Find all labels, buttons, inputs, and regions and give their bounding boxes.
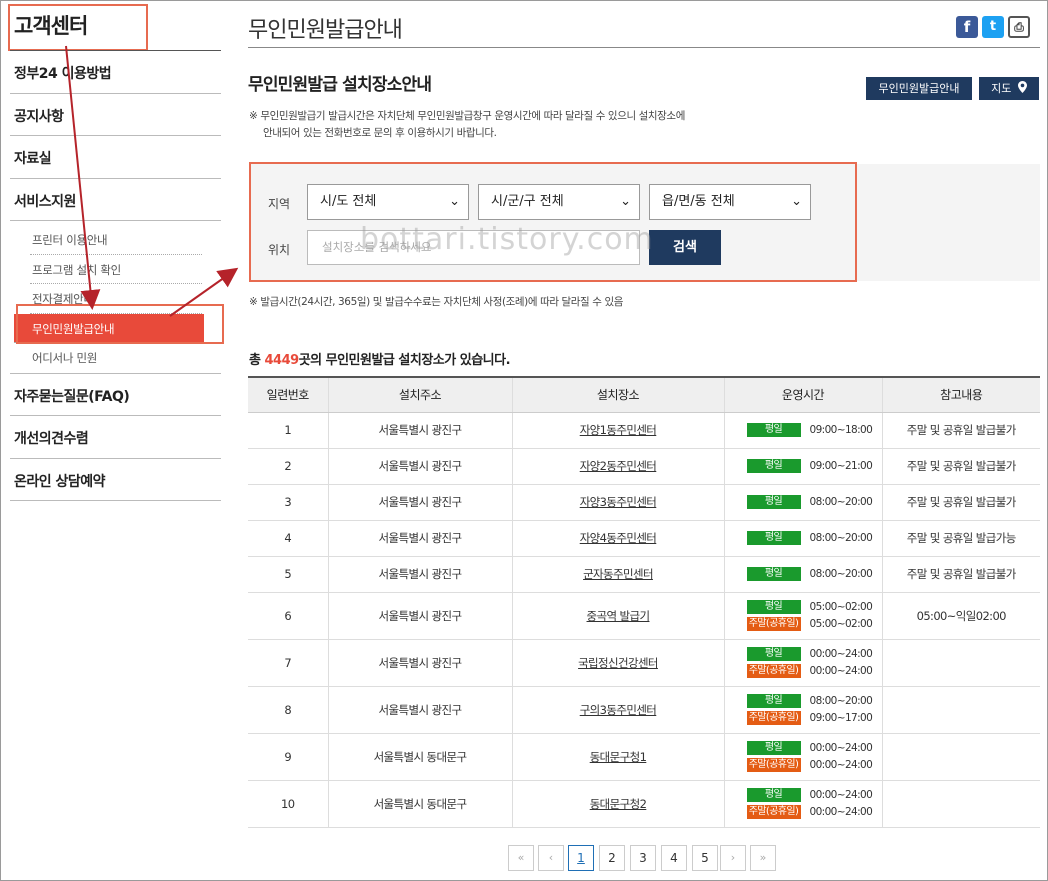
annotation-arrows bbox=[65, 45, 239, 317]
annotation-arrow bbox=[169, 267, 239, 317]
annotation-arrow bbox=[65, 45, 101, 310]
